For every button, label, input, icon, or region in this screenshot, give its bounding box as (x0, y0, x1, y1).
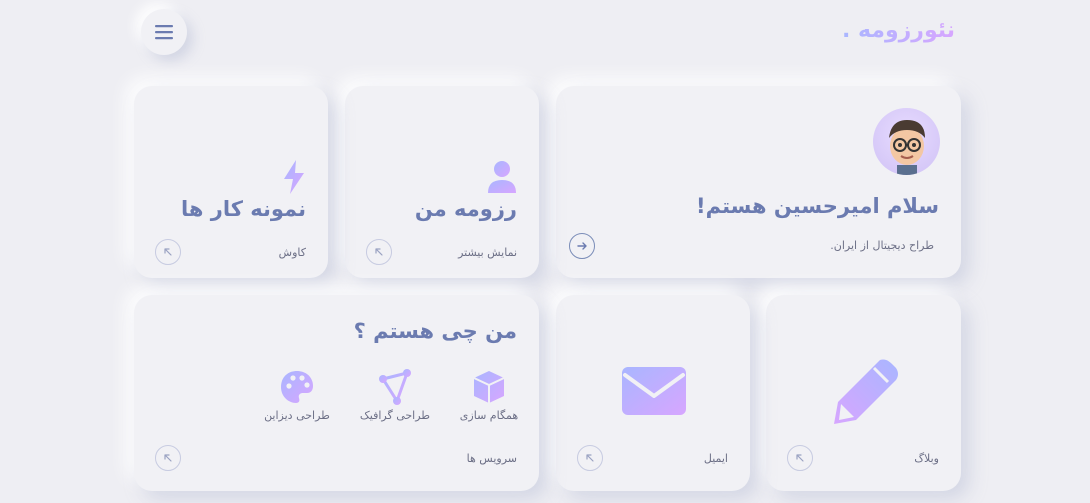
vector-icon (379, 369, 411, 405)
service-label: طراحی دیزاین (264, 409, 330, 422)
memoji-avatar-icon (889, 120, 925, 175)
services-arrow-button[interactable] (155, 445, 181, 471)
email-arrow-button[interactable] (577, 445, 603, 471)
palette-icon (281, 371, 313, 403)
arrow-up-left-icon (796, 454, 804, 462)
works-title: نمونه کار ها (180, 197, 306, 221)
intro-subtitle: طراح دیجیتال از ایران. (830, 239, 934, 252)
services-subtitle: سرویس ها (466, 452, 517, 465)
works-arrow-button[interactable] (155, 239, 181, 265)
service-sync[interactable]: همگام سازی (444, 369, 534, 422)
blog-card[interactable]: وبلاگ (766, 295, 961, 491)
menu-button[interactable] (141, 9, 187, 55)
arrow-up-left-icon (586, 454, 594, 462)
blog-subtitle: وبلاگ (914, 452, 939, 465)
resume-arrow-button[interactable] (366, 239, 392, 265)
arrow-up-left-icon (375, 248, 383, 256)
cube-icon (473, 371, 505, 403)
service-label: همگام سازی (459, 409, 519, 422)
intro-arrow-button[interactable] (569, 233, 595, 259)
arrow-up-left-icon (164, 248, 172, 256)
brand-logo[interactable]: نئورزومه . (842, 18, 955, 43)
services-card[interactable]: من چی هستم ؟ همگام سازی طراحی گرافیک طرا… (134, 295, 539, 491)
hamburger-icon (155, 25, 173, 40)
blog-arrow-button[interactable] (787, 445, 813, 471)
resume-card[interactable]: رزومه من نمایش بیشتر (345, 86, 539, 278)
email-subtitle: ایمیل (703, 452, 728, 465)
pencil-icon (834, 359, 898, 424)
service-label: طراحی گرافیک (359, 409, 431, 422)
resume-title: رزومه من (414, 197, 517, 221)
page: نئورزومه . سلام امیرحسین هستم! طراح دیجی… (0, 0, 1090, 503)
service-graphic[interactable]: طراحی گرافیک (350, 369, 440, 422)
lightning-icon (284, 160, 304, 194)
avatar (873, 108, 940, 175)
intro-title: سلام امیرحسین هستم! (696, 194, 939, 218)
service-design[interactable]: طراحی دیزاین (252, 369, 342, 422)
arrow-up-left-icon (164, 454, 172, 462)
intro-card[interactable]: سلام امیرحسین هستم! طراح دیجیتال از ایرا… (556, 86, 961, 278)
user-icon (488, 161, 516, 193)
envelope-icon (622, 367, 686, 415)
resume-subtitle: نمایش بیشتر (458, 246, 517, 259)
arrow-right-icon (577, 242, 587, 250)
email-card[interactable]: ایمیل (556, 295, 750, 491)
works-card[interactable]: نمونه کار ها کاوش (134, 86, 328, 278)
works-subtitle: کاوش (278, 246, 306, 259)
services-title: من چی هستم ؟ (353, 319, 517, 343)
